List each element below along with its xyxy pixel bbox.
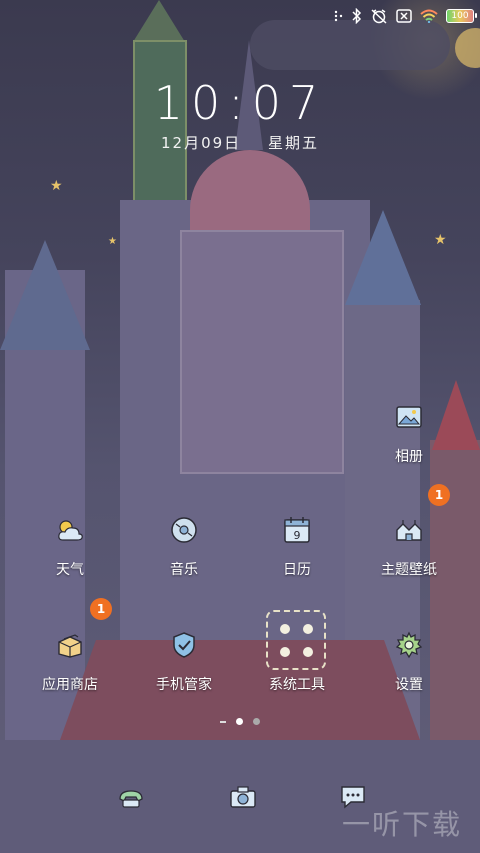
app-store[interactable]: 应用商店: [10, 630, 130, 694]
app-theme-label: 主题壁纸: [381, 562, 437, 578]
clock-time[interactable]: 10:07: [0, 76, 480, 130]
battery-icon: 100: [446, 9, 477, 23]
battery-level: 100: [451, 11, 469, 21]
star-icon: ★: [50, 178, 63, 194]
calendar-icon: 9: [282, 515, 312, 545]
weather-icon: [55, 515, 85, 545]
app-calendar[interactable]: 9 日历: [237, 515, 357, 579]
wallpaper-cloud: [250, 20, 450, 70]
wallpaper-roof: [133, 0, 185, 42]
folder-dot: [279, 646, 290, 657]
no-sim-icon: [396, 9, 412, 23]
phone-icon: [119, 790, 143, 808]
star-icon: ★: [434, 232, 447, 248]
folder-dot: [279, 623, 290, 634]
clock-date[interactable]: 12月09日 星期五: [0, 132, 480, 153]
wallpaper-moon: [455, 28, 480, 68]
gear-icon: [394, 630, 424, 660]
wifi-icon: [420, 9, 438, 23]
page-indicator-bar: [220, 720, 226, 723]
dock-camera[interactable]: [228, 782, 258, 812]
status-bar: 100: [334, 6, 477, 26]
weekday-label: 星期五: [267, 134, 319, 152]
alarm-off-icon: [371, 9, 387, 24]
dock-phone[interactable]: [116, 782, 146, 812]
wallpaper-dome: [190, 150, 310, 240]
page-indicator[interactable]: [0, 718, 480, 725]
gallery-icon: [394, 402, 424, 432]
camera-icon: [230, 786, 256, 808]
watermark-text: 一听下载: [341, 808, 462, 841]
page-dot: [253, 718, 260, 725]
dots-icon: [334, 10, 343, 22]
app-music-label: 音乐: [170, 562, 198, 578]
wallpaper-right-roof: [345, 210, 421, 305]
wallpaper-keep: [180, 230, 344, 474]
app-music[interactable]: 音乐: [124, 515, 244, 579]
app-calendar-label: 日历: [283, 562, 311, 578]
bluetooth-icon: [352, 8, 362, 24]
app-tools[interactable]: 系统工具: [237, 660, 357, 694]
app-settings-label: 设置: [395, 677, 423, 693]
app-tools-label: 系统工具: [269, 677, 325, 693]
calendar-day: 9: [294, 529, 301, 542]
palace-icon: [394, 515, 424, 545]
app-security[interactable]: 手机管家: [124, 630, 244, 694]
app-weather[interactable]: 天气: [10, 515, 130, 579]
star-icon: ★: [108, 236, 117, 247]
folder-dot: [302, 623, 313, 634]
app-gallery-label: 相册: [395, 449, 423, 465]
app-store-label: 应用商店: [42, 677, 98, 693]
app-settings[interactable]: 设置: [349, 630, 469, 694]
theme-badge: 1: [428, 484, 450, 506]
wallpaper-left-roof: [0, 240, 90, 350]
app-gallery[interactable]: 相册: [349, 402, 469, 466]
page-dot-active: [236, 718, 243, 725]
date-label: 12月09日: [161, 134, 242, 152]
store-box-icon: [55, 630, 85, 660]
music-disc-icon: [169, 515, 199, 545]
folder-dot: [302, 646, 313, 657]
app-weather-label: 天气: [56, 562, 84, 578]
app-security-label: 手机管家: [156, 677, 212, 693]
app-theme[interactable]: 主题壁纸: [349, 515, 469, 579]
store-badge: 1: [90, 598, 112, 620]
shield-icon: [169, 630, 199, 660]
